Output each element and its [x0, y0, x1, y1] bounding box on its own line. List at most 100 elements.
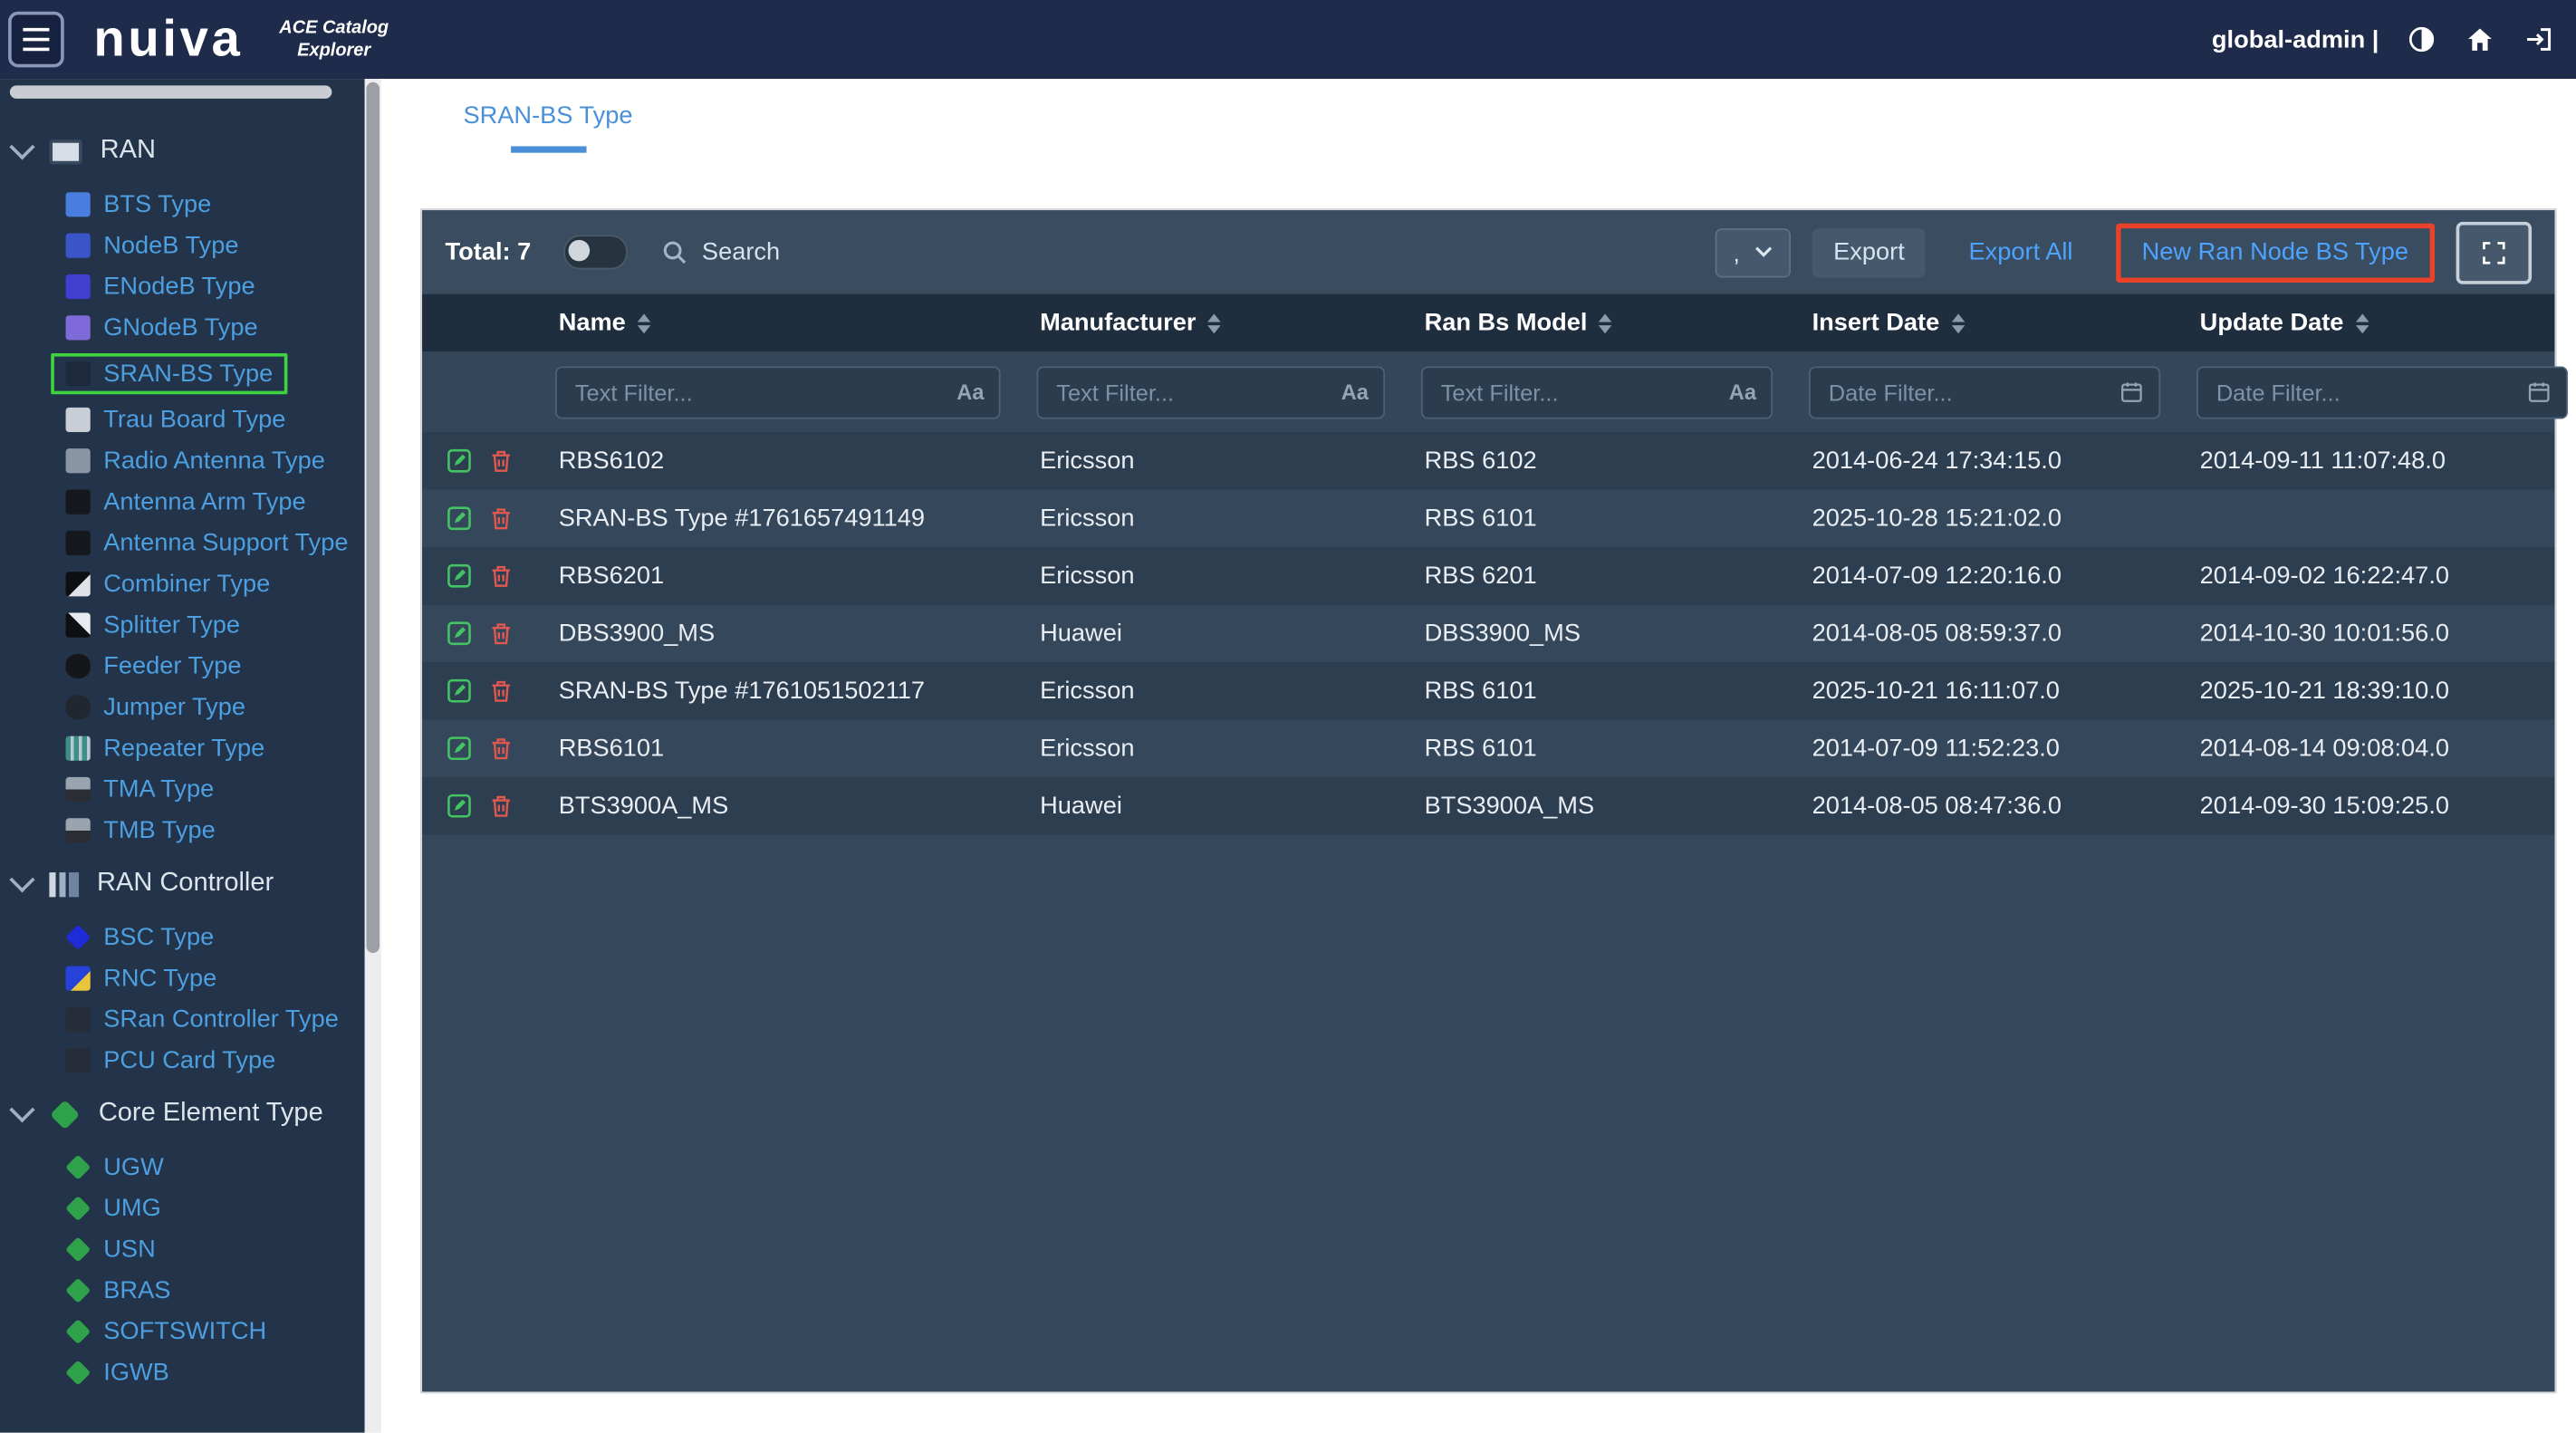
sidebar-item-tmb-type[interactable]: TMB Type — [0, 810, 365, 851]
sidebar-horizontal-scrollbar[interactable] — [10, 85, 332, 99]
new-ran-node-bs-type-button[interactable]: New Ran Node BS Type — [2116, 223, 2435, 282]
update-date-filter[interactable] — [2196, 366, 2568, 418]
table-row[interactable]: RBS6102 Ericsson RBS 6102 2014-06-24 17:… — [422, 432, 2554, 489]
sidebar-item-igwb[interactable]: IGWB — [0, 1352, 365, 1393]
edit-button[interactable] — [446, 735, 474, 763]
sidebar-item-sran-controller-type[interactable]: SRan Controller Type — [0, 999, 365, 1040]
sidebar-item-pcu-card-type[interactable]: PCU Card Type — [0, 1040, 365, 1081]
column-label: Insert Date — [1812, 309, 1940, 337]
sidebar-item-umg[interactable]: UMG — [0, 1188, 365, 1228]
table-row[interactable]: RBS6101 Ericsson RBS 6101 2014-07-09 11:… — [422, 719, 2554, 776]
sidebar-item-softswitch[interactable]: SOFTSWITCH — [0, 1311, 365, 1351]
ran-bs-model-filter-input[interactable] — [1437, 377, 1719, 407]
core-element-icon — [50, 1099, 80, 1129]
cell-insert-date: 2014-07-09 11:52:23.0 — [1809, 735, 2196, 763]
column-header-name[interactable]: Name — [555, 309, 1036, 337]
table-row[interactable]: DBS3900_MS Huawei DBS3900_MS 2014-08-05 … — [422, 604, 2554, 661]
table-row[interactable]: SRAN-BS Type #1761051502117 Ericsson RBS… — [422, 662, 2554, 719]
case-sensitivity-toggle[interactable]: Aa — [956, 380, 984, 404]
calendar-icon[interactable] — [2119, 380, 2144, 404]
sidebar-item-feeder-type[interactable]: Feeder Type — [0, 646, 365, 687]
export-button[interactable]: Export — [1812, 227, 1927, 276]
csv-separator-select[interactable]: , — [1716, 227, 1791, 276]
sidebar-item-trau-board-type[interactable]: Trau Board Type — [0, 399, 365, 440]
sort-icon[interactable] — [2355, 313, 2369, 333]
edit-button[interactable] — [446, 447, 474, 475]
sort-icon[interactable] — [1599, 313, 1612, 333]
sort-icon[interactable] — [1207, 313, 1221, 333]
sidebar-vertical-scrollbar[interactable] — [365, 79, 381, 1433]
case-sensitivity-toggle[interactable]: Aa — [1729, 380, 1756, 404]
hamburger-icon — [22, 26, 52, 53]
delete-button[interactable] — [488, 792, 514, 820]
edit-button[interactable] — [446, 505, 474, 533]
sort-icon[interactable] — [637, 313, 650, 333]
home-button[interactable] — [2465, 24, 2495, 54]
edit-button[interactable] — [446, 562, 474, 590]
calendar-icon[interactable] — [2527, 380, 2552, 404]
delete-button[interactable] — [488, 562, 514, 590]
sidebar-item-radio-antenna-type[interactable]: Radio Antenna Type — [0, 440, 365, 481]
search-icon — [661, 238, 689, 266]
export-all-button[interactable]: Export All — [1947, 227, 2094, 276]
edit-button[interactable] — [446, 792, 474, 820]
sidebar-item-antenna-arm-type[interactable]: Antenna Arm Type — [0, 481, 365, 522]
sidebar-item-tma-type[interactable]: TMA Type — [0, 769, 365, 810]
delete-button[interactable] — [488, 677, 514, 705]
table-row[interactable]: RBS6201 Ericsson RBS 6201 2014-07-09 12:… — [422, 547, 2554, 604]
sran-bs-type-icon — [66, 361, 91, 386]
insert-date-filter[interactable] — [1809, 366, 2160, 418]
delete-button[interactable] — [488, 735, 514, 763]
table-row[interactable]: BTS3900A_MS Huawei BTS3900A_MS 2014-08-0… — [422, 777, 2554, 834]
sidebar-item-combiner-type[interactable]: Combiner Type — [0, 563, 365, 604]
case-sensitivity-toggle[interactable]: Aa — [1341, 380, 1369, 404]
column-header-update-date[interactable]: Update Date — [2196, 309, 2554, 337]
logout-button[interactable] — [2523, 24, 2553, 54]
section-core-element-type[interactable]: Core Element Type — [0, 1081, 365, 1147]
sidebar-item-jumper-type[interactable]: Jumper Type — [0, 687, 365, 727]
sidebar-item-ugw[interactable]: UGW — [0, 1147, 365, 1188]
section-ran[interactable]: RAN — [0, 119, 365, 185]
name-filter-input[interactable] — [572, 377, 947, 407]
sidebar-item-label: TMB Type — [103, 815, 216, 846]
sidebar-item-gnodeb-type[interactable]: GNodeB Type — [0, 307, 365, 348]
delete-button[interactable] — [488, 447, 514, 475]
fullscreen-button[interactable] — [2456, 221, 2532, 284]
hamburger-menu-button[interactable] — [8, 12, 64, 68]
column-header-insert-date[interactable]: Insert Date — [1809, 309, 2196, 337]
sidebar-item-label: NodeB Type — [103, 230, 238, 261]
column-header-ran-bs-model[interactable]: Ran Bs Model — [1421, 309, 1809, 337]
sort-icon[interactable] — [1951, 313, 1965, 333]
ran-bs-model-filter[interactable]: Aa — [1421, 366, 1773, 418]
cell-insert-date: 2014-08-05 08:47:36.0 — [1809, 792, 2196, 820]
scrollbar-thumb[interactable] — [366, 82, 380, 953]
sidebar-item-rnc-type[interactable]: RNC Type — [0, 957, 365, 998]
theme-contrast-button[interactable] — [2407, 24, 2437, 54]
update-date-filter-input[interactable] — [2213, 377, 2517, 407]
sidebar-item-bras[interactable]: BRAS — [0, 1270, 365, 1311]
sidebar-item-repeater-type[interactable]: Repeater Type — [0, 728, 365, 769]
column-header-manufacturer[interactable]: Manufacturer — [1037, 309, 1421, 337]
tab-sran-bs-type[interactable]: SRAN-BS Type — [460, 101, 636, 130]
edit-button[interactable] — [446, 620, 474, 648]
sidebar-item-usn[interactable]: USN — [0, 1229, 365, 1270]
name-filter[interactable]: Aa — [555, 366, 1001, 418]
manufacturer-filter[interactable]: Aa — [1037, 366, 1386, 418]
section-ran-controller[interactable]: RAN Controller — [0, 851, 365, 918]
filter-toggle[interactable] — [564, 235, 629, 269]
sidebar-item-bsc-type[interactable]: BSC Type — [0, 917, 365, 957]
manufacturer-filter-input[interactable] — [1053, 377, 1331, 407]
edit-button[interactable] — [446, 677, 474, 705]
sidebar-item-enodeb-type[interactable]: ENodeB Type — [0, 266, 365, 307]
nodeb-type-icon — [66, 234, 91, 258]
sidebar-item-nodeb-type[interactable]: NodeB Type — [0, 225, 365, 265]
table-row[interactable]: SRAN-BS Type #1761657491149 Ericsson RBS… — [422, 490, 2554, 547]
delete-button[interactable] — [488, 505, 514, 533]
insert-date-filter-input[interactable] — [1825, 377, 2110, 407]
search-button[interactable]: Search — [661, 238, 781, 266]
delete-button[interactable] — [488, 620, 514, 648]
sidebar-item-sran-bs-type[interactable]: SRAN-BS Type — [0, 349, 365, 399]
sidebar-item-splitter-type[interactable]: Splitter Type — [0, 604, 365, 645]
sidebar-item-antenna-support-type[interactable]: Antenna Support Type — [0, 523, 365, 563]
sidebar-item-bts-type[interactable]: BTS Type — [0, 184, 365, 225]
